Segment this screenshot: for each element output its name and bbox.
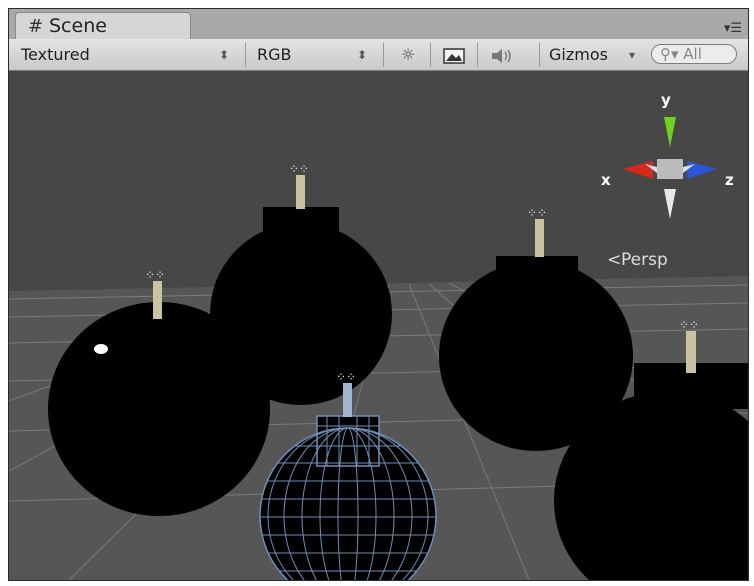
svg-text:⁘⁘: ⁘⁘ xyxy=(527,206,547,220)
hash-icon: # xyxy=(28,16,44,37)
divider xyxy=(430,43,431,67)
y-axis-cone xyxy=(664,117,676,147)
divider xyxy=(245,43,246,67)
sun-icon: ☼ xyxy=(400,45,416,64)
lighting-toggle[interactable]: ☼ xyxy=(391,43,425,67)
speaker-icon xyxy=(492,48,511,63)
tab-bar: # Scene ▾☰ xyxy=(9,9,748,39)
scene-viewport[interactable]: ⁘⁘ ⁘⁘ ⁘⁘ ⁘⁘ ⁘⁘ y x z Persp < xyxy=(9,71,748,580)
x-axis-label: x xyxy=(601,171,611,189)
orientation-gizmo[interactable]: y x z Persp < xyxy=(601,91,734,270)
divider xyxy=(383,43,384,67)
gizmos-label: Gizmos xyxy=(549,45,608,64)
audio-toggle[interactable] xyxy=(485,43,519,67)
x-axis-cone xyxy=(623,161,653,179)
search-input[interactable]: ⚲▾ All xyxy=(651,44,737,64)
image-icon xyxy=(443,47,465,64)
color-mode-dropdown[interactable]: RGB ⬍ xyxy=(257,44,373,66)
tab-scene[interactable]: # Scene xyxy=(15,12,191,39)
bomb-object[interactable]: ⁘⁘ xyxy=(210,162,392,405)
scene-toolbar: Textured ⬍ RGB ⬍ ☼ Gizmos ▾ ⚲▾ All xyxy=(9,39,748,71)
neg-y-axis-cone xyxy=(664,189,676,219)
svg-text:⁘⁘: ⁘⁘ xyxy=(679,318,699,332)
scene-window: # Scene ▾☰ Textured ⬍ RGB ⬍ ☼ Gizmos ▾ ⚲… xyxy=(8,8,749,581)
svg-text:⁘⁘: ⁘⁘ xyxy=(336,370,356,384)
svg-text:⁘⁘: ⁘⁘ xyxy=(289,162,309,176)
z-axis-label: z xyxy=(725,171,734,189)
gizmo-center-cube xyxy=(657,159,683,179)
render-mode-label: Textured xyxy=(21,45,90,64)
search-placeholder: All xyxy=(683,45,702,63)
persp-arrow-icon: < xyxy=(607,250,621,270)
dropdown-arrow-icon: ▾ xyxy=(628,48,635,62)
divider xyxy=(539,43,540,67)
window-menu-icon[interactable]: ▾☰ xyxy=(724,21,742,36)
z-axis-cone xyxy=(687,161,717,179)
gizmos-dropdown[interactable]: Gizmos ▾ xyxy=(549,44,641,66)
projection-label[interactable]: Persp xyxy=(621,250,668,270)
updown-arrow-icon: ⬍ xyxy=(356,48,367,62)
search-icon: ⚲▾ xyxy=(660,45,679,63)
tab-label: Scene xyxy=(49,15,107,37)
svg-text:⁘⁘: ⁘⁘ xyxy=(145,268,165,282)
render-mode-dropdown[interactable]: Textured ⬍ xyxy=(21,44,235,66)
y-axis-label: y xyxy=(661,91,671,109)
color-mode-label: RGB xyxy=(257,45,292,64)
updown-arrow-icon: ⬍ xyxy=(218,48,229,62)
divider xyxy=(477,43,478,67)
scene-canvas[interactable]: ⁘⁘ ⁘⁘ ⁘⁘ ⁘⁘ ⁘⁘ y x z Persp < xyxy=(9,71,748,580)
scene-fx-toggle[interactable] xyxy=(437,43,471,67)
